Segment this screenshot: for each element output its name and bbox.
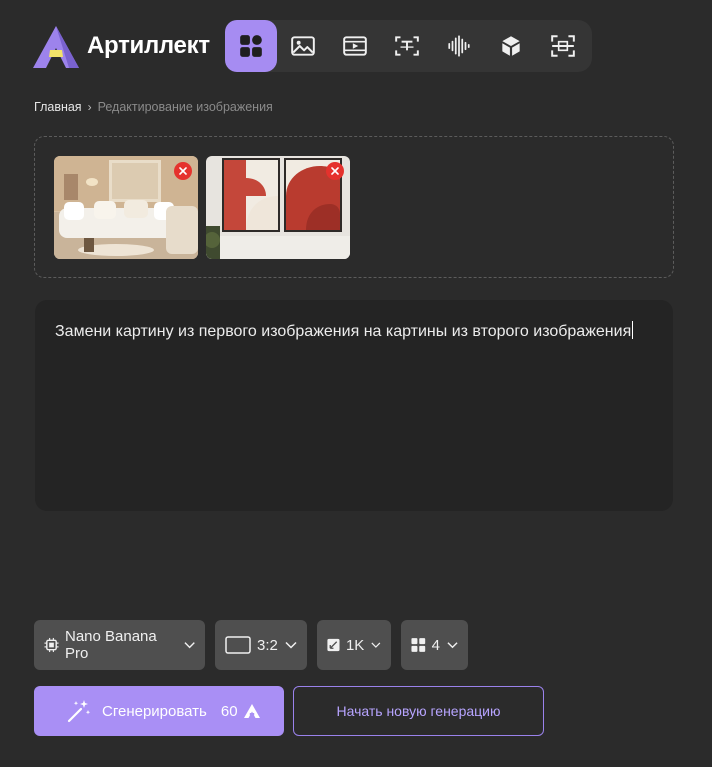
- logo-mark-icon: [33, 26, 79, 68]
- apps-grid-icon: [240, 35, 262, 57]
- main-nav: [225, 20, 592, 72]
- resolution-select[interactable]: 1K: [317, 620, 391, 670]
- breadcrumb-separator: ›: [87, 100, 92, 114]
- logo[interactable]: Артиллект: [33, 24, 210, 68]
- scan-icon: [551, 35, 575, 57]
- header: Артиллект: [0, 0, 712, 90]
- chevron-down-icon: [285, 641, 297, 649]
- credit-icon: [243, 704, 260, 718]
- generate-label: Сгенерировать: [102, 702, 207, 720]
- image-icon: [291, 36, 315, 56]
- close-icon: [331, 167, 339, 175]
- generate-button[interactable]: Сгенерировать 60: [34, 686, 284, 736]
- aspect-ratio-select[interactable]: 3:2: [215, 620, 307, 670]
- uploaded-image-2: [206, 156, 350, 259]
- grid-icon: [411, 638, 426, 652]
- prompt-value: Замени картину из первого изображения на…: [55, 323, 632, 340]
- app-name: Артиллект: [87, 32, 210, 59]
- remove-image-2-button[interactable]: [326, 162, 344, 180]
- nav-item-image[interactable]: [277, 20, 329, 72]
- close-icon: [179, 167, 187, 175]
- prompt-textarea[interactable]: Замени картину из первого изображения на…: [35, 300, 673, 511]
- new-generation-label: Начать новую генерацию: [336, 703, 501, 719]
- remove-image-1-button[interactable]: [174, 162, 192, 180]
- breadcrumb-current: Редактирование изображения: [97, 100, 273, 114]
- audio-wave-icon: [448, 35, 470, 57]
- nav-item-video[interactable]: [329, 20, 381, 72]
- generation-settings: Nano Banana Pro 3:2 1K 4: [34, 620, 478, 670]
- video-icon: [343, 36, 367, 56]
- breadcrumb-home-link[interactable]: Главная: [34, 100, 82, 114]
- breadcrumb: Главная › Редактирование изображения: [34, 100, 273, 114]
- cube-icon: [502, 36, 520, 56]
- nav-item-text[interactable]: [381, 20, 433, 72]
- new-generation-button[interactable]: Начать новую генерацию: [293, 686, 544, 736]
- nav-item-3d[interactable]: [485, 20, 537, 72]
- chevron-down-icon: [184, 642, 195, 649]
- aspect-ratio-icon: [225, 636, 251, 654]
- model-select[interactable]: Nano Banana Pro: [34, 620, 205, 670]
- uploaded-image-1: [54, 156, 198, 259]
- image-count-select[interactable]: 4: [401, 620, 468, 670]
- resize-icon: [327, 638, 340, 652]
- text-caret: [632, 321, 634, 339]
- prompt-text-wrap: Замени картину из первого изображения на…: [55, 319, 655, 344]
- aspect-ratio-value: 3:2: [257, 636, 278, 654]
- model-value: Nano Banana Pro: [65, 628, 157, 662]
- nav-item-scan[interactable]: [537, 20, 589, 72]
- text-icon: [395, 36, 419, 56]
- chevron-down-icon: [447, 642, 458, 649]
- generate-cost: 60: [220, 702, 238, 720]
- chip-icon: [44, 637, 59, 653]
- chevron-down-icon: [371, 642, 381, 648]
- nav-item-apps[interactable]: [225, 20, 277, 72]
- resolution-value: 1K: [345, 636, 365, 654]
- nav-item-audio[interactable]: [433, 20, 485, 72]
- magic-wand-icon: [67, 700, 91, 723]
- image-count-value: 4: [431, 636, 440, 654]
- image-upload-dropzone[interactable]: [34, 136, 674, 278]
